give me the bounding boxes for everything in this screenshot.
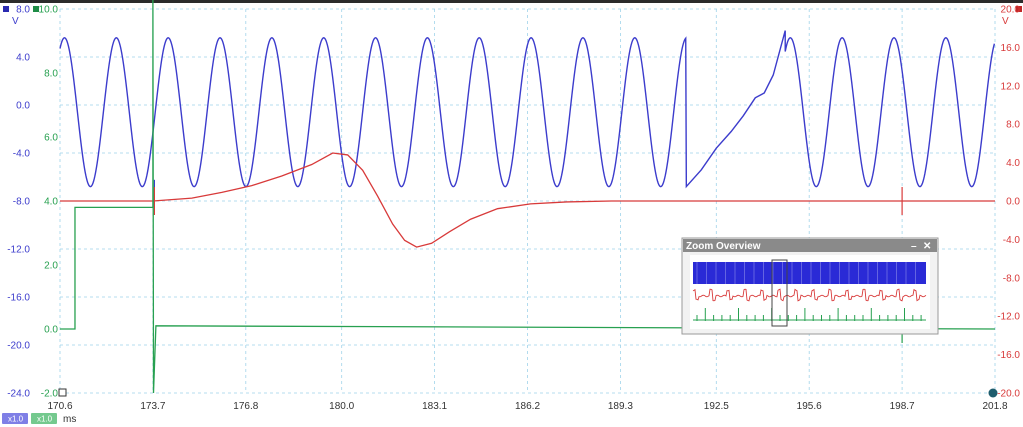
x-tick-label: 201.8 <box>982 401 1007 412</box>
green-y-axis: 10.08.06.04.02.00.0-2.0V <box>39 5 59 400</box>
red-tick-label: 16.0 <box>1001 43 1021 54</box>
blue-tick-label: -24.0 <box>7 389 30 400</box>
green-tick-label: 10.0 <box>39 5 59 16</box>
red-tick-label: 12.0 <box>1001 81 1021 92</box>
green-tick-label: 0.0 <box>44 325 58 336</box>
blue-tick-label: -16.0 <box>7 293 30 304</box>
x-tick-label: 183.1 <box>422 401 447 412</box>
zoom-close-button[interactable]: ✕ <box>923 241 931 252</box>
ruler-end-handle-icon[interactable] <box>988 388 998 398</box>
green-tick-label: 6.0 <box>44 133 58 144</box>
blue-unit-label: V <box>12 16 19 27</box>
blue-tick-label: -4.0 <box>13 149 31 160</box>
blue-tick-label: 0.0 <box>16 101 30 112</box>
x-tick-label: 170.6 <box>47 401 72 412</box>
x-tick-label: 195.6 <box>797 401 822 412</box>
x-tick-label: 192.5 <box>704 401 729 412</box>
red-tick-label: -20.0 <box>997 389 1020 400</box>
red-tick-label: 4.0 <box>1006 158 1020 169</box>
green-tick-label: 4.0 <box>44 197 58 208</box>
bottom-bar: x1.0 x1.0 ms <box>2 413 76 425</box>
zoom-overview-blue-band <box>693 262 926 284</box>
red-unit-label: V <box>1002 16 1009 27</box>
x-axis: 170.6 173.7 176.8 180.0 183.1 186.2 189.3 192.5… <box>47 401 1007 412</box>
x-tick-label: 198.7 <box>890 401 915 412</box>
x-unit-label: ms <box>63 414 76 425</box>
red-tick-label: 8.0 <box>1006 120 1020 131</box>
zoom-overview-title: Zoom Overview <box>686 241 761 252</box>
green-tick-label: -2.0 <box>41 389 59 400</box>
x-tick-label: 176.8 <box>233 401 258 412</box>
blue-channel-marker-icon[interactable] <box>3 6 9 12</box>
blue-tick-label: -20.0 <box>7 341 30 352</box>
red-tick-label: -8.0 <box>1003 273 1021 284</box>
blue-y-axis: 8.0 4.0 0.0 -4.0 -8.0 -12.0 -16.0 -20.0 -24.0 V <box>7 5 30 400</box>
blue-tick-label: -12.0 <box>7 245 30 256</box>
red-tick-label: 20.0 <box>1001 5 1021 16</box>
oscilloscope-view: 8.0 4.0 0.0 -4.0 -8.0 -12.0 -16.0 -20.0 -24.0 V 2… <box>0 0 1023 425</box>
red-y-axis: 20.0 16.0 12.0 8.0 4.0 0.0 -4.0 -8.0 -12.0 -16.0 -… <box>997 5 1020 400</box>
red-tick-label: -16.0 <box>997 350 1020 361</box>
red-tick-label: -4.0 <box>1003 235 1021 246</box>
green-tick-label: 8.0 <box>44 69 58 80</box>
blue-tick-label: -8.0 <box>13 197 31 208</box>
x-tick-label: 186.2 <box>515 401 540 412</box>
blue-tick-label: 8.0 <box>16 5 30 16</box>
zoom-minimize-button[interactable]: – <box>911 241 917 252</box>
red-tick-label: 0.0 <box>1006 197 1020 208</box>
green-tick-label: 2.0 <box>44 261 58 272</box>
x-tick-label: 189.3 <box>608 401 633 412</box>
blue-tick-label: 4.0 <box>16 53 30 64</box>
zoom-overview-window[interactable]: Zoom Overview – ✕ <box>681 237 939 335</box>
badge-blue-label: x1.0 <box>8 415 24 424</box>
ruler-start-handle-icon[interactable] <box>58 388 67 397</box>
red-tick-label: -12.0 <box>997 312 1020 323</box>
x-tick-label: 180.0 <box>329 401 354 412</box>
badge-green-label: x1.0 <box>37 415 53 424</box>
x-tick-label: 173.7 <box>140 401 165 412</box>
